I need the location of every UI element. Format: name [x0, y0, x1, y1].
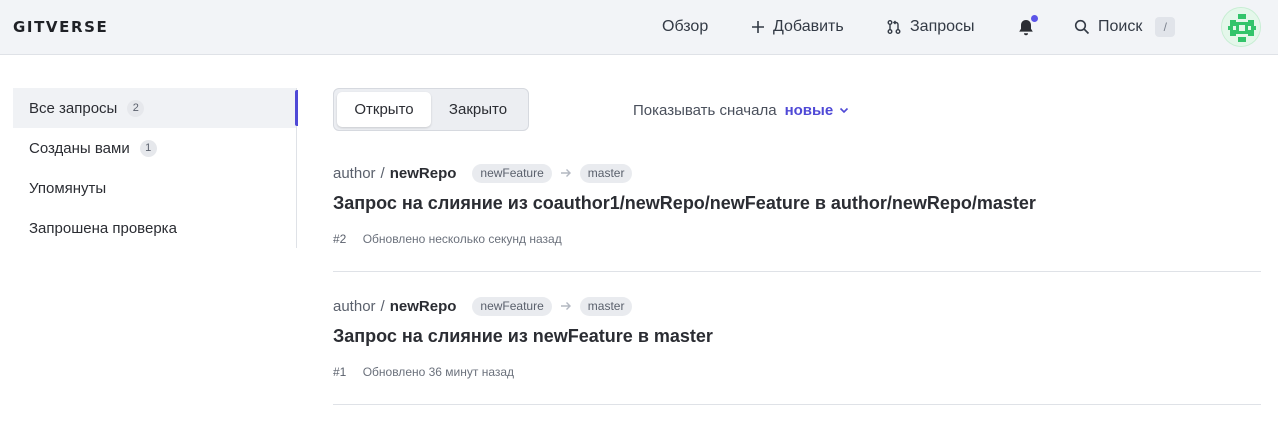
sort-label: Показывать сначала: [633, 101, 777, 119]
search-icon: [1074, 19, 1090, 35]
pr-repo-line: author / newRepo newFeature master: [333, 163, 633, 183]
nav-add-label: Добавить: [773, 18, 844, 35]
pr-title-link[interactable]: Запрос на слияние из newFeature в master: [333, 324, 713, 348]
nav-overview[interactable]: Обзор: [662, 16, 708, 38]
tab-closed[interactable]: Закрыто: [431, 92, 525, 127]
nav-overview-label: Обзор: [662, 18, 709, 35]
pr-updated-time: Обновлено несколько секунд назад: [362, 232, 562, 246]
nav-requests-label: Запросы: [910, 18, 975, 35]
identicon: [1222, 8, 1260, 46]
sidebar-item-label: Упомянуты: [29, 179, 107, 197]
count-badge: 2: [127, 99, 145, 117]
sidebar-item-mentioned[interactable]: Упомянуты: [13, 168, 296, 208]
search-button[interactable]: Поиск /: [1074, 16, 1176, 38]
arrow-right-icon: [560, 167, 572, 179]
plus-icon: [751, 20, 765, 34]
pr-updated-time: Обновлено 36 минут назад: [362, 365, 515, 379]
sidebar-item-created-by-you[interactable]: Созданы вами 1: [13, 128, 296, 168]
sort-control: Показывать сначала новые: [633, 100, 850, 120]
pr-repo-line: author / newRepo newFeature master: [333, 296, 633, 316]
tab-open[interactable]: Открыто: [337, 92, 431, 127]
sidebar-item-label: Все запросы: [29, 99, 118, 117]
repo-owner-link[interactable]: author: [333, 165, 376, 182]
pr-meta: #1 Обновлено 36 минут назад: [333, 364, 514, 380]
search-shortcut-key: /: [1155, 17, 1176, 37]
count-badge: 1: [139, 139, 157, 157]
path-separator: /: [380, 164, 385, 182]
nav-requests[interactable]: Запросы: [886, 16, 975, 38]
user-avatar[interactable]: [1221, 7, 1261, 47]
target-branch-badge: master: [579, 163, 633, 183]
target-branch-badge: master: [579, 296, 633, 316]
pr-meta: #2 Обновлено несколько секунд назад: [333, 231, 562, 247]
path-separator: /: [380, 297, 385, 315]
pr-number: #1: [333, 365, 347, 379]
pull-request-icon: [886, 19, 902, 35]
pr-title-link[interactable]: Запрос на слияние из coauthor1/newRepo/n…: [333, 191, 1036, 215]
top-header: GITVERSE Обзор Добавить Запросы Поиск /: [0, 0, 1278, 55]
sort-dropdown[interactable]: новые: [785, 102, 834, 119]
nav-add-button[interactable]: Добавить: [751, 16, 844, 38]
requests-filter-sidebar: Все запросы 2 Созданы вами 1 Упомянуты З…: [13, 88, 298, 248]
pull-request-item: author / newRepo newFeature master Запро…: [333, 139, 1261, 272]
source-branch-badge: newFeature: [472, 296, 552, 316]
sidebar-item-label: Запрошена проверка: [29, 219, 177, 237]
sidebar-item-all-requests[interactable]: Все запросы 2: [13, 88, 298, 128]
chevron-down-icon[interactable]: [838, 104, 850, 116]
sidebar-item-label: Созданы вами: [29, 139, 130, 157]
arrow-right-icon: [560, 300, 572, 312]
repo-name-link[interactable]: newRepo: [390, 298, 457, 315]
repo-owner-link[interactable]: author: [333, 298, 376, 315]
source-branch-badge: newFeature: [472, 163, 552, 183]
search-label: Поиск: [1098, 18, 1143, 35]
repo-name-link[interactable]: newRepo: [390, 165, 457, 182]
pr-number: #2: [333, 232, 347, 246]
notification-dot: [1031, 15, 1038, 22]
gitverse-logo[interactable]: GITVERSE: [13, 17, 108, 37]
state-tabs: Открыто Закрыто: [333, 88, 529, 131]
sidebar-item-review-requested[interactable]: Запрошена проверка: [13, 208, 296, 248]
pull-request-item: author / newRepo newFeature master Запро…: [333, 272, 1261, 405]
